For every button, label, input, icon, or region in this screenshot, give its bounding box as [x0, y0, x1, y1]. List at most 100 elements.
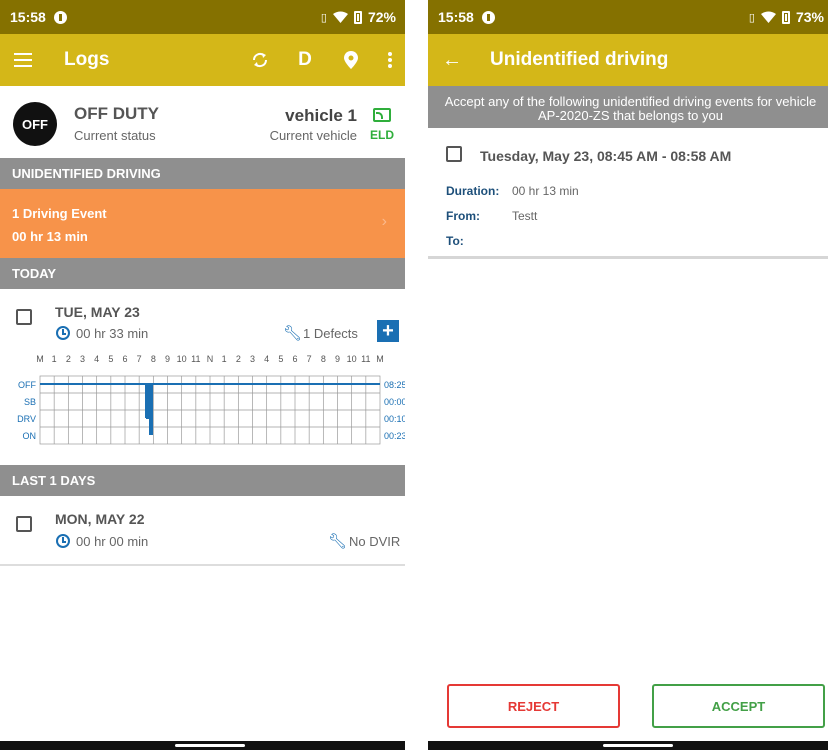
graph-status-total: 08:25 — [384, 380, 405, 390]
battery-percent: 72% — [367, 9, 396, 25]
graph-hour-label: 8 — [321, 354, 326, 364]
to-label: To: — [446, 234, 464, 248]
location-button[interactable] — [336, 34, 366, 86]
graph-hour-label: M — [36, 354, 44, 364]
unidentified-event-row[interactable]: 1 Driving Event 00 hr 13 min › — [0, 189, 405, 258]
graph-status-total: 00:10 — [384, 414, 405, 424]
info-banner: Accept any of the following unidentified… — [428, 86, 828, 128]
wrench-icon: 🔧︎ — [283, 325, 303, 342]
duty-log-graph[interactable]: M 1 2 3 4 5 6 7 8 9 10 11 N 1 2 3 4 5 6 7 8 9 10 11 M OFFSBDRVON… — [0, 350, 405, 450]
app-bar: Logs D — [0, 34, 405, 86]
duration-label: Duration: — [446, 184, 500, 198]
duty-status-badge[interactable]: OFF — [13, 102, 57, 146]
status-time: 15:58 — [10, 9, 46, 25]
wifi-icon — [760, 11, 776, 23]
accept-button[interactable]: ACCEPT — [652, 684, 825, 728]
graph-hour-label: 6 — [292, 354, 297, 364]
status-time: 15:58 — [438, 9, 474, 25]
graph-hour-label: 5 — [108, 354, 113, 364]
location-pin-icon — [344, 51, 358, 69]
graph-status-label: SB — [24, 397, 36, 407]
graph-hour-label: 10 — [347, 354, 357, 364]
back-arrow-icon[interactable]: ← — [442, 49, 462, 72]
eld-label: ELD — [370, 128, 394, 142]
graph-hour-label: 7 — [307, 354, 312, 364]
graph-status-label: ON — [23, 431, 37, 441]
event-title: 1 Driving Event — [12, 206, 107, 221]
vibrate-icon: ▯ — [320, 11, 327, 24]
more-vert-icon — [388, 52, 392, 68]
graph-hour-label: 4 — [264, 354, 269, 364]
driving-segment — [145, 384, 149, 418]
day-duration-today: 00 hr 33 min — [76, 326, 149, 341]
defects-link[interactable]: 1 Defects — [303, 326, 358, 341]
graph-hour-label: 9 — [165, 354, 170, 364]
dvir-link[interactable]: No DVIR — [349, 534, 400, 549]
graph-status-total: 00:00 — [384, 397, 405, 407]
last-days-header: LAST 1 DAYS — [0, 465, 405, 496]
chevron-right-icon: › — [381, 213, 387, 230]
vehicle-title[interactable]: vehicle 1 — [285, 106, 357, 126]
duty-status-title: OFF DUTY — [74, 104, 159, 123]
battery-icon — [353, 10, 362, 24]
graph-hour-label: 5 — [278, 354, 283, 364]
graph-hour-label: 2 — [66, 354, 71, 364]
navigation-bar — [0, 741, 405, 750]
graph-hour-label: 4 — [94, 354, 99, 364]
today-header: TODAY — [0, 258, 405, 289]
graph-grid — [39, 375, 381, 445]
graph-hour-label: M — [376, 354, 384, 364]
event-divider — [428, 256, 828, 259]
day-checkbox-prev[interactable] — [16, 516, 32, 532]
graph-hour-label: 10 — [177, 354, 187, 364]
list-divider — [0, 564, 405, 566]
unidentified-driving-screen: 15:58 ▯ 73% ← Unidentified driving Accep… — [428, 0, 828, 750]
page-title: Logs — [64, 49, 110, 70]
event-time-range[interactable]: Tuesday, May 23, 08:45 AM - 08:58 AM — [480, 148, 731, 164]
current-status-card[interactable]: OFF OFF DUTY Current status vehicle 1 Cu… — [0, 86, 405, 158]
clock-icon — [56, 534, 70, 548]
reject-button[interactable]: REJECT — [447, 684, 620, 728]
screen-gap — [405, 0, 428, 750]
graph-hour-label: 3 — [250, 354, 255, 364]
menu-icon[interactable] — [14, 53, 32, 67]
wrench-icon: 🔧︎ — [328, 533, 348, 550]
day-title-prev[interactable]: MON, MAY 22 — [55, 511, 144, 527]
day-checkbox-today[interactable] — [16, 309, 32, 325]
app-bar: ← Unidentified driving — [428, 34, 828, 86]
add-button[interactable]: + — [377, 320, 399, 342]
graph-hour-label: 1 — [222, 354, 227, 364]
day-duration-prev: 00 hr 00 min — [76, 534, 149, 549]
graph-hour-label: 3 — [80, 354, 85, 364]
event-checkbox[interactable] — [446, 146, 462, 162]
sync-button[interactable] — [245, 34, 275, 86]
battery-icon — [781, 10, 790, 24]
duration-value: 00 hr 13 min — [512, 184, 579, 198]
status-bar: 15:58 ▯ 72% — [0, 0, 405, 34]
notification-icon — [481, 10, 495, 24]
graph-hour-label: 11 — [191, 354, 200, 364]
sync-icon — [252, 52, 268, 68]
graph-hour-label: 2 — [236, 354, 241, 364]
day-title-today[interactable]: TUE, MAY 23 — [55, 304, 140, 320]
eld-connected-icon[interactable] — [373, 108, 391, 122]
status-bar: 15:58 ▯ 73% — [428, 0, 828, 34]
page-title: Unidentified driving — [490, 49, 669, 70]
vibrate-icon: ▯ — [748, 11, 755, 24]
graph-status-labels: OFF SB DRV ON — [17, 380, 36, 441]
notification-icon — [53, 10, 67, 24]
battery-percent: 73% — [795, 9, 824, 25]
graph-hour-label: 6 — [122, 354, 127, 364]
graph-status-label: DRV — [17, 414, 36, 424]
graph-hour-label: 7 — [137, 354, 142, 364]
graph-status-total: 00:23 — [384, 431, 405, 441]
daily-log-button[interactable]: D — [290, 34, 320, 86]
unidentified-driving-header: UNIDENTIFIED DRIVING — [0, 158, 405, 189]
more-options-button[interactable] — [380, 34, 400, 86]
event-duration: 00 hr 13 min — [12, 229, 88, 244]
clock-icon — [56, 326, 70, 340]
graph-hour-label: 11 — [361, 354, 370, 364]
navigation-bar — [428, 741, 828, 750]
from-label: From: — [446, 209, 480, 223]
graph-hour-label: N — [207, 354, 214, 364]
